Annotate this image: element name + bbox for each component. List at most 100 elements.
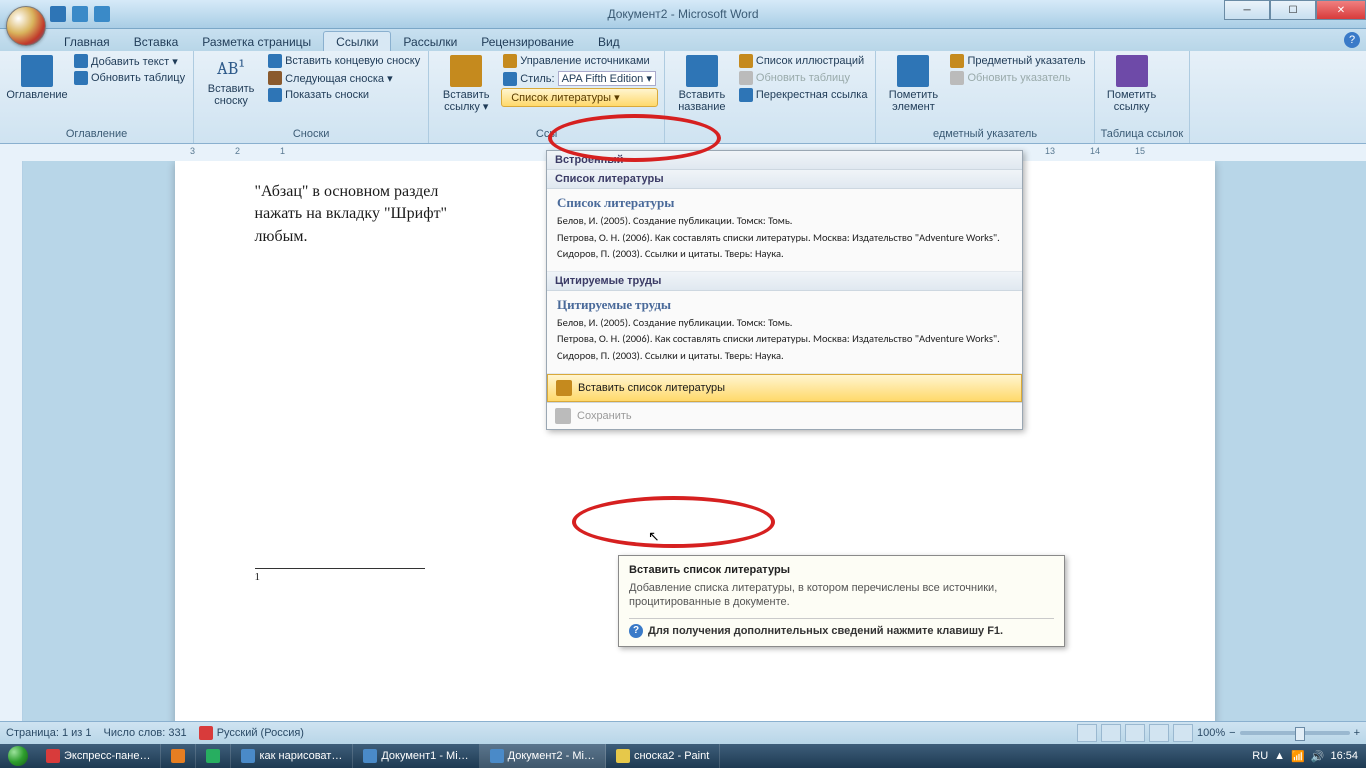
vertical-ruler[interactable] — [0, 161, 23, 722]
group-label — [671, 139, 870, 141]
start-orb-icon — [8, 746, 28, 766]
tray-lang[interactable]: RU — [1252, 750, 1268, 762]
zoom-value[interactable]: 100% — [1197, 727, 1225, 739]
taskbar-item-1[interactable]: как нарисоват… — [231, 744, 353, 768]
window-controls: ─ ☐ ✕ — [1224, 0, 1366, 20]
taskbar-item-3[interactable]: Документ2 - Mi… — [480, 744, 606, 768]
update-figures-button: Обновить таблицу — [737, 70, 870, 86]
style-select[interactable]: Стиль: APA Fifth Edition ▾ — [501, 70, 658, 87]
show-icon — [268, 88, 282, 102]
ribbon-tabs: Главная Вставка Разметка страницы Ссылки… — [0, 29, 1366, 51]
insert-index-button[interactable]: Предметный указатель — [948, 53, 1087, 69]
save-selection-cmd: Сохранить — [547, 402, 1022, 429]
style-icon — [503, 72, 517, 86]
crossref-icon — [739, 88, 753, 102]
word-icon — [490, 749, 504, 763]
tray-network-icon[interactable]: 📶 — [1291, 750, 1305, 763]
table-figures-button[interactable]: Список иллюстраций — [737, 53, 870, 69]
redo-icon[interactable] — [94, 6, 110, 22]
start-button[interactable] — [0, 744, 36, 768]
view-outline[interactable] — [1149, 724, 1169, 742]
help-icon: ? — [629, 624, 643, 638]
toc-label: Оглавление — [6, 89, 67, 101]
undo-icon[interactable] — [72, 6, 88, 22]
tab-home[interactable]: Главная — [52, 32, 122, 51]
mark-cit-icon — [1116, 55, 1148, 87]
save-icon — [555, 408, 571, 424]
gallery-item-bibliography[interactable]: Список литературы Белов, И. (2005). Созд… — [547, 189, 1022, 272]
update-index-button: Обновить указатель — [948, 70, 1087, 86]
gallery-item-works-cited[interactable]: Цитируемые труды Белов, И. (2005). Созда… — [547, 291, 1022, 374]
insert-footnote-button[interactable]: AB¹Вставить сноску — [200, 53, 262, 109]
next-footnote-button[interactable]: Следующая сноска ▾ — [266, 70, 422, 86]
zoom-out[interactable]: − — [1229, 727, 1235, 739]
view-full-screen[interactable] — [1101, 724, 1121, 742]
word-icon — [363, 749, 377, 763]
taskbar-pin-2[interactable] — [196, 744, 231, 768]
update-idx-icon — [950, 71, 964, 85]
tab-references[interactable]: Ссылки — [323, 31, 391, 51]
insert-caption-button[interactable]: Вставить название — [671, 53, 733, 115]
tab-layout[interactable]: Разметка страницы — [190, 32, 323, 51]
view-draft[interactable] — [1173, 724, 1193, 742]
tray-volume-icon[interactable]: 🔊 — [1311, 750, 1325, 763]
insert-bibliography-cmd[interactable]: Вставить список литературы — [547, 374, 1022, 402]
tab-view[interactable]: Вид — [586, 32, 632, 51]
mark-icon — [897, 55, 929, 87]
bibliography-gallery: Встроенный Список литературы Список лите… — [546, 150, 1023, 430]
tab-mailings[interactable]: Рассылки — [391, 32, 469, 51]
firefox-icon — [171, 749, 185, 763]
word-count[interactable]: Число слов: 331 — [104, 727, 187, 739]
view-web-layout[interactable] — [1125, 724, 1145, 742]
quick-access-toolbar — [50, 6, 110, 22]
zoom-slider[interactable] — [1240, 731, 1350, 735]
mark-citation-button[interactable]: Пометить ссылку — [1101, 53, 1163, 115]
group-index: Пометить элемент Предметный указатель Об… — [876, 51, 1094, 143]
tab-review[interactable]: Рецензирование — [469, 32, 586, 51]
maximize-button[interactable]: ☐ — [1270, 0, 1316, 20]
minimize-button[interactable]: ─ — [1224, 0, 1270, 20]
office-button[interactable] — [6, 6, 46, 46]
taskbar-pin-1[interactable] — [161, 744, 196, 768]
update-table-button[interactable]: Обновить таблицу — [72, 70, 187, 86]
tooltip-title: Вставить список литературы — [629, 564, 1054, 576]
save-icon[interactable] — [50, 6, 66, 22]
mark-entry-button[interactable]: Пометить элемент — [882, 53, 944, 115]
manage-sources-button[interactable]: Управление источниками — [501, 53, 658, 69]
view-print-layout[interactable] — [1077, 724, 1097, 742]
group-label: Таблица ссылок — [1101, 127, 1184, 141]
tooltip: Вставить список литературы Добавление сп… — [618, 555, 1065, 647]
zoom-thumb[interactable] — [1295, 727, 1305, 741]
footnote-separator — [255, 568, 425, 569]
paint-icon — [616, 749, 630, 763]
tooltip-f1: ?Для получения дополнительных сведений н… — [629, 618, 1054, 638]
add-text-button[interactable]: Добавить текст ▾ — [72, 53, 187, 69]
help-icon[interactable]: ? — [1344, 32, 1360, 48]
insert-citation-button[interactable]: Вставить ссылку ▾ — [435, 53, 497, 115]
tray-flag-icon[interactable]: ▲ — [1274, 750, 1285, 762]
insert-endnote-button[interactable]: Вставить концевую сноску — [266, 53, 422, 69]
toc-icon — [21, 55, 53, 87]
endnote-icon — [268, 54, 282, 68]
sources-icon — [503, 54, 517, 68]
page-status[interactable]: Страница: 1 из 1 — [6, 727, 92, 739]
language-status[interactable]: Русский (Россия) — [199, 726, 304, 740]
zoom-in[interactable]: + — [1354, 727, 1360, 739]
bibliography-button[interactable]: Список литературы ▾ — [501, 88, 658, 107]
footnote-icon: AB¹ — [213, 55, 250, 83]
tab-insert[interactable]: Вставка — [122, 32, 191, 51]
word-icon — [241, 749, 255, 763]
taskbar-item-2[interactable]: Документ1 - Mi… — [353, 744, 479, 768]
close-button[interactable]: ✕ — [1316, 0, 1366, 20]
toc-button[interactable]: Оглавление — [6, 53, 68, 103]
cross-ref-button[interactable]: Перекрестная ссылка — [737, 87, 870, 103]
update-fig-icon — [739, 71, 753, 85]
gallery-section-builtin: Встроенный — [547, 151, 1022, 170]
insert-bib-icon — [556, 380, 572, 396]
ribbon: Оглавление Добавить текст ▾ Обновить таб… — [0, 51, 1366, 144]
show-notes-button[interactable]: Показать сноски — [266, 87, 422, 103]
taskbar-item-0[interactable]: Экспресс-пане… — [36, 744, 161, 768]
group-label: Сноски — [200, 127, 422, 141]
tray-clock[interactable]: 16:54 — [1330, 750, 1358, 762]
taskbar-item-4[interactable]: сноска2 - Paint — [606, 744, 720, 768]
